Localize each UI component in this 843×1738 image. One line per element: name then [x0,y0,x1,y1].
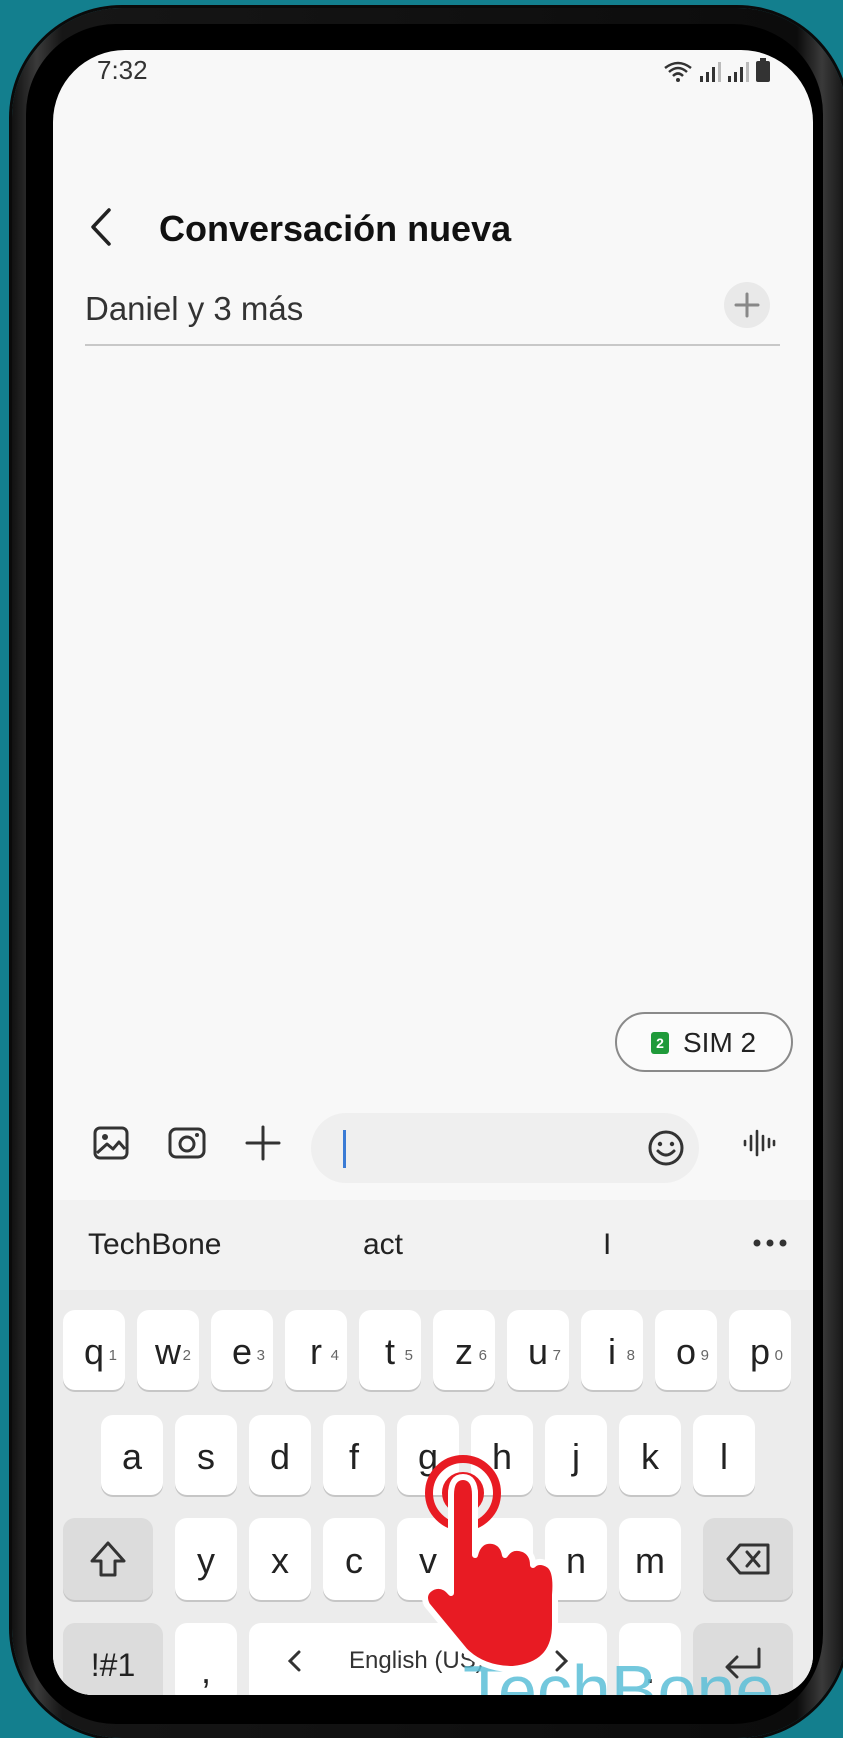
page-title: Conversación nueva [159,208,512,249]
backspace-key[interactable] [703,1518,793,1600]
key-r[interactable]: 4r [285,1310,347,1390]
compose-bar [53,1105,813,1185]
word-suggestion-bar: TechBone act I [53,1200,813,1290]
emoji-icon[interactable] [647,1129,685,1167]
recipient-summary[interactable]: Daniel y 3 más [85,290,303,328]
key-y[interactable]: y [175,1518,237,1600]
suggestion-item[interactable]: I [603,1228,611,1262]
key-a[interactable]: a [101,1415,163,1495]
key-l[interactable]: l [693,1415,755,1495]
chevron-left-icon [287,1650,301,1672]
plus-icon [734,292,760,318]
status-bar: 7:32 [53,50,813,110]
shift-key[interactable] [63,1518,153,1600]
key-k[interactable]: k [619,1415,681,1495]
key-d[interactable]: d [249,1415,311,1495]
battery-icon [756,58,770,82]
status-time: 7:32 [97,55,148,85]
key-o[interactable]: 9o [655,1310,717,1390]
suggestion-item[interactable]: act [363,1228,403,1262]
back-arrow-icon[interactable] [83,202,123,252]
signal-icon [700,62,721,82]
wifi-icon [664,61,692,82]
key-i[interactable]: 8i [581,1310,643,1390]
symbols-key[interactable]: !#1 [63,1623,163,1695]
sim-label: SIM 2 [683,1027,757,1058]
comma-key[interactable]: , [175,1623,237,1695]
suggestion-item[interactable]: TechBone [88,1228,221,1262]
tap-hand-icon [422,1455,559,1672]
key-p[interactable]: 0p [729,1310,791,1390]
key-z[interactable]: 6z [433,1310,495,1390]
key-x[interactable]: x [249,1518,311,1600]
key-u[interactable]: 7u [507,1310,569,1390]
key-c[interactable]: c [323,1518,385,1600]
voice-recorder-icon[interactable] [739,1123,779,1163]
recipient-field[interactable]: Daniel y 3 más [85,268,780,346]
sim-selector-button[interactable]: 2 SIM 2 [615,1012,793,1072]
more-options-icon[interactable] [753,1238,787,1248]
signal-icon [728,62,749,82]
sim-card-icon: 2 [651,1032,669,1054]
gallery-icon[interactable] [91,1123,131,1163]
key-q[interactable]: 1q [63,1310,125,1390]
key-m[interactable]: m [619,1518,681,1600]
shift-icon [90,1541,126,1577]
key-e[interactable]: 3e [211,1310,273,1390]
key-w[interactable]: 2w [137,1310,199,1390]
key-t[interactable]: 5t [359,1310,421,1390]
attach-plus-icon[interactable] [243,1123,283,1163]
text-caret [343,1130,346,1168]
app-header: Conversación nueva [53,160,813,249]
key-f[interactable]: f [323,1415,385,1495]
camera-icon[interactable] [167,1123,207,1163]
add-recipient-button[interactable] [724,282,770,328]
backspace-icon [726,1543,770,1575]
message-input[interactable] [311,1113,699,1183]
phone-screen: 7:32 Conversación nueva Daniel y 3 más 2… [53,50,813,1695]
status-icons [663,58,771,82]
key-s[interactable]: s [175,1415,237,1495]
